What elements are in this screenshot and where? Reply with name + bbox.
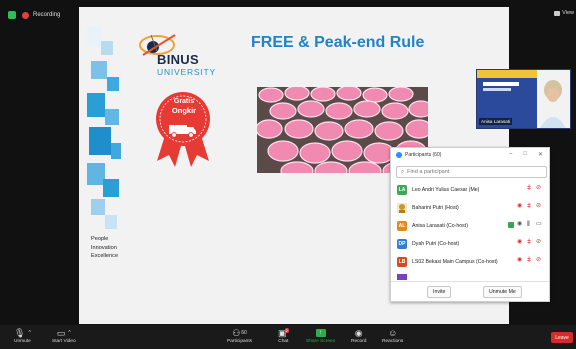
chat-badge: 2	[284, 327, 289, 333]
search-input[interactable]: ⌕ Find a participant	[396, 166, 547, 178]
mic-muted-icon: ǂ	[527, 257, 532, 264]
window-controls: – □ ✕	[509, 151, 543, 158]
badge-line-1: Gratis	[173, 98, 195, 105]
tagline-line-1: People	[91, 236, 109, 242]
record-icon: ◉	[354, 327, 363, 338]
avatar	[397, 274, 407, 280]
video-camera-icon: ▭	[536, 221, 542, 227]
video-off-icon: ⊘	[536, 257, 542, 263]
participant-row[interactable]: LB LS02 Bekasi Main Campus (Co-host) ◉ ǂ…	[397, 256, 545, 268]
avatar: LA	[397, 185, 407, 195]
participants-count: 60	[241, 330, 247, 336]
meeting-toolbar: 🎙 ^ Unmute ▭ ^ Start Video ⚇ 60 Participant…	[0, 325, 576, 349]
badge-line-2: Ongkir	[171, 106, 197, 115]
unmute-button[interactable]: 🎙 ^ Unmute	[14, 327, 31, 345]
recording-indicator[interactable]: Recording	[8, 11, 60, 19]
avatar-photo-icon	[397, 203, 407, 213]
invite-button[interactable]: Invite	[427, 285, 452, 298]
participant-status: ǂ ⊘	[527, 185, 543, 192]
recording-label: Recording	[33, 12, 61, 18]
view-button[interactable]: View	[554, 10, 574, 16]
leave-button[interactable]: Leave	[551, 332, 573, 343]
tagline-line-2: Innovation	[91, 244, 117, 251]
security-shield-icon[interactable]	[8, 11, 16, 19]
mic-muted-icon: ǂ	[527, 185, 532, 192]
avatar: LB	[397, 257, 407, 267]
chat-label: Chat	[278, 339, 289, 344]
mic-muted-icon: ǂ	[527, 239, 532, 246]
search-placeholder: Find a participant	[407, 169, 450, 175]
maximize-icon[interactable]: □	[523, 151, 527, 158]
panel-footer: Invite Unmute Me	[391, 281, 549, 301]
participant-status: ◉ ǂ ⊘	[517, 203, 543, 210]
participant-name: LS02 Bekasi Main Campus (Co-host)	[412, 259, 498, 265]
participants-icon: ⚇ 60	[232, 327, 247, 338]
participant-name: Baharini Putri (Host)	[412, 205, 459, 211]
reactions-button[interactable]: ☺ Reactions	[382, 327, 403, 344]
video-off-icon: ⊘	[536, 185, 542, 191]
decorative-mosaic	[87, 27, 121, 237]
start-video-button[interactable]: ▭ ^ Start Video	[52, 327, 76, 345]
video-off-icon: ⊘	[536, 239, 542, 245]
reactions-icon: ☺	[388, 328, 398, 338]
tagline: People Innovation Excellence	[91, 235, 118, 261]
mic-on-icon: ǁ	[527, 221, 530, 228]
video-off-icon: ⊘	[536, 203, 542, 209]
participant-row[interactable]: LA Leo Andri Yulius Caesar (Me) ǂ ⊘	[397, 184, 545, 196]
zoom-logo-icon	[396, 152, 402, 158]
participant-row[interactable]: Baharini Putri (Host) ◉ ǂ ⊘	[397, 202, 545, 214]
participants-button[interactable]: ⚇ 60 Participants	[227, 327, 253, 345]
share-screen-button[interactable]: ↑ Share Screen	[306, 327, 335, 344]
participant-row[interactable]	[397, 274, 545, 280]
video-icon: ◉	[517, 239, 523, 245]
view-label: View	[562, 10, 574, 16]
participants-panel: Participants (60) – □ ✕ ⌕ Find a partici…	[390, 147, 550, 302]
participant-name: Dyah Putri (Co-host)	[412, 241, 460, 247]
chat-icon: ▣ 2	[278, 327, 289, 338]
video-icon: ◉	[517, 221, 523, 227]
logo-subtitle: UNIVERSITY	[157, 67, 217, 77]
participant-status: ◉ ǂ ⊘	[517, 239, 543, 246]
participant-name: Leo Andri Yulius Caesar (Me)	[412, 187, 480, 193]
participant-status: ◉ ǂ ⊘	[517, 257, 543, 264]
logo-name: BINUS	[157, 52, 199, 67]
record-label: Record	[351, 339, 367, 344]
participant-status: ◉ ǁ ▭	[508, 221, 543, 228]
unmute-me-button[interactable]: Unmute Me	[483, 285, 522, 298]
participant-row[interactable]: DP Dyah Putri (Co-host) ◉ ǂ ⊘	[397, 238, 545, 250]
zoom-meeting-window: Recording You are viewing Anisa Larasati…	[0, 0, 576, 349]
video-icon: ◉	[517, 257, 523, 263]
mic-muted-icon: 🎙 ^	[14, 327, 31, 338]
minimize-icon[interactable]: –	[509, 151, 512, 158]
record-button[interactable]: ◉ Record	[351, 327, 367, 345]
unmute-label: Unmute	[14, 339, 31, 344]
avatar: DP	[397, 239, 407, 249]
search-icon: ⌕	[401, 168, 405, 175]
slide-title: FREE & Peak-end Rule	[251, 34, 425, 51]
panel-title: Participants (60)	[405, 152, 442, 158]
reactions-label: Reactions	[382, 339, 404, 344]
participant-video-tile[interactable]: Anisa Larasati	[476, 69, 571, 129]
video-off-icon: ▭ ^	[56, 327, 71, 338]
sharing-screen-icon	[508, 221, 514, 228]
grid-view-icon	[554, 10, 561, 16]
close-icon[interactable]: ✕	[538, 151, 543, 158]
chat-button[interactable]: ▣ 2 Chat	[278, 327, 289, 344]
recording-dot-icon	[22, 11, 29, 19]
participant-name: Anisa Larasati (Co-host)	[412, 223, 468, 229]
participants-label: Participants	[227, 339, 253, 344]
avatar: AL	[397, 221, 407, 231]
participant-row[interactable]: AL Anisa Larasati (Co-host) ◉ ǁ ▭	[397, 220, 545, 232]
mic-muted-icon: ǂ	[527, 203, 532, 210]
video-participant-name: Anisa Larasati	[479, 118, 513, 125]
tagline-line-3: Excellence	[91, 253, 119, 259]
video-icon: ◉	[517, 203, 523, 209]
start-video-label: Start Video	[52, 339, 76, 344]
share-screen-label: Share Screen	[306, 339, 336, 344]
share-screen-icon: ↑	[315, 327, 326, 339]
